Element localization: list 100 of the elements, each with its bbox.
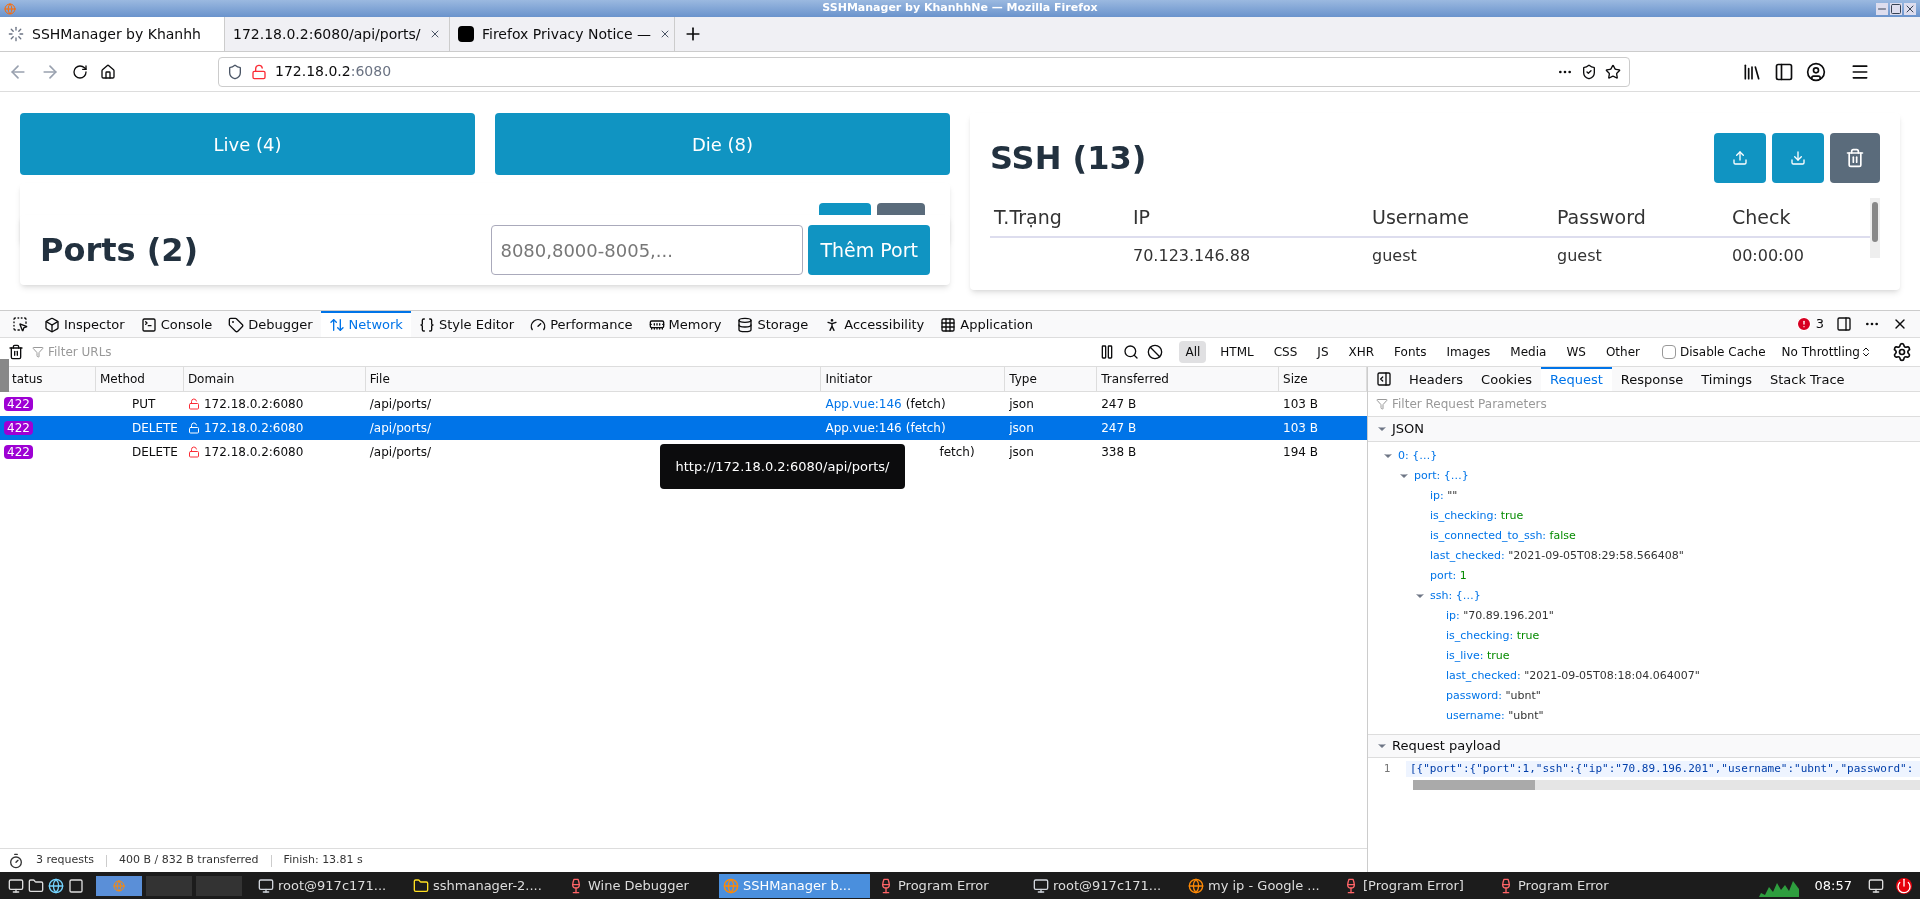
detail-tab[interactable]: Request [1541,367,1612,391]
column-header[interactable]: Size [1283,370,1308,388]
scrollbar[interactable] [1870,198,1880,258]
column-header[interactable]: Type [1009,370,1037,388]
settings-icon[interactable] [1892,342,1912,362]
table-cell-text: 172.18.0.2:6080 [203,420,304,437]
dock-icon[interactable] [1836,316,1852,332]
taskbar-window[interactable]: root@917c171... [1029,873,1180,898]
json-entry: ip: "" [1430,487,1458,504]
table-cell-text: 338 B [1100,444,1138,461]
detail-tab[interactable]: Stack Trace [1760,367,1854,391]
taskbar-window[interactable]: my ip - Google ... [1184,873,1335,898]
taskbar-window[interactable]: root@917c171... [254,873,405,898]
table-cell-text: json [1008,444,1035,461]
type-filter[interactable]: Images [1440,341,1497,363]
workspace-button[interactable] [96,875,142,896]
column-header[interactable]: File [369,370,390,388]
type-filter[interactable]: Media [1504,341,1553,363]
reload-icon[interactable] [72,63,88,80]
type-filter[interactable]: WS [1560,341,1592,363]
transferred-total: 400 B / 832 B transferred [119,852,259,869]
table-cell-text: fetch) [939,444,975,461]
devtools-tab[interactable]: Accessibility [816,311,933,337]
devtools-tab[interactable]: Console [132,311,221,337]
devtools-tab[interactable]: Style Editor [410,311,523,337]
close-icon[interactable] [1904,2,1916,15]
detail-tab[interactable]: Headers [1400,367,1473,391]
scrollbar[interactable] [1413,780,1920,790]
sidebar-handle[interactable] [0,359,9,392]
star-icon[interactable] [1605,63,1621,80]
browser-tab[interactable]: SSHManager by Khanhh [0,17,225,51]
type-filter[interactable]: CSS [1267,341,1304,363]
picker-icon[interactable] [12,316,28,332]
taskbar-window[interactable]: Wine Debugger [564,873,715,898]
windows-icon[interactable] [68,877,84,894]
type-filter[interactable]: Fonts [1388,341,1433,363]
logo-icon [458,26,474,42]
account-icon[interactable] [1806,61,1826,82]
delete-button[interactable] [1830,133,1880,183]
monitor-icon [1033,877,1049,894]
devtools-tab[interactable]: Application [932,311,1041,337]
home-icon[interactable] [100,63,116,80]
search-icon[interactable] [1123,344,1140,360]
taskbar-window[interactable]: [Program Error] [1339,873,1490,898]
json-entry: ip: "70.89.196.201" [1446,607,1554,624]
block-icon[interactable] [1147,344,1164,360]
type-filter[interactable]: HTML [1214,341,1260,363]
ports-input[interactable]: 8080,8000-8005,... [491,225,804,275]
type-filter[interactable]: JS [1311,341,1335,363]
throttling-select[interactable]: No Throttling [1781,343,1872,361]
globe-icon [113,879,125,892]
detail-tab[interactable]: Cookies [1472,367,1541,391]
column-header[interactable]: tatus [12,370,43,388]
folder-icon[interactable] [28,877,44,894]
panel-toggle-icon[interactable] [1376,371,1392,387]
type-filter[interactable]: All [1179,341,1207,363]
type-filter[interactable]: Other [1599,341,1646,363]
request-row[interactable]: 422 DELETE 172.18.0.2:6080 /api/ports/ App.vue:146 (fetch) json 247 B 103 B [0,416,1367,440]
taskbar-window[interactable]: sshmanager-2.... [409,873,560,898]
devtools-tab[interactable]: Network [320,311,411,337]
params-filter-field[interactable]: Filter Request Parameters [1392,395,1912,413]
table-cell-text: 194 B [1282,444,1320,461]
initiator-link[interactable]: App.vue:146 [825,395,902,413]
error-count[interactable]: 3 [1795,314,1824,334]
devtools-tab[interactable]: Inspector [36,311,133,337]
power-icon[interactable] [1896,877,1912,894]
section-header[interactable]: Request payload [1368,734,1920,758]
address-bar[interactable]: 172.18.0.2:6080 [218,56,1630,87]
error-icon [1795,316,1812,332]
request-row[interactable]: 422 PUT 172.18.0.2:6080 /api/ports/ App.vue:146 (fetch) json 247 B 103 B [0,392,1367,416]
column-header[interactable]: Transferred [1101,370,1169,388]
devtools-tab[interactable]: Memory [640,311,730,337]
taskbar-window[interactable]: Program Error [874,873,1025,898]
globe-icon[interactable] [48,877,64,894]
disable-cache-checkbox[interactable]: Disable Cache [1661,343,1766,361]
monitor-icon [1868,877,1884,894]
trash-icon[interactable] [8,344,24,360]
type-filter[interactable]: XHR [1342,341,1381,363]
taskbar-window[interactable]: Program Error [1494,873,1645,898]
devtools-tab[interactable]: Performance [522,311,641,337]
column-header: IP [1132,204,1152,230]
detail-tab[interactable]: Response [1611,367,1693,391]
clock: 08:57 [1813,876,1853,895]
column-header[interactable]: Method [99,370,145,388]
initiator-link[interactable]: App.vue:146 [825,419,902,437]
unlocked-icon [187,446,200,458]
sidebar-icon[interactable] [1774,61,1794,82]
table-cell-text: 247 B [1100,420,1138,437]
column-header[interactable]: Initiator [825,370,873,388]
shield-check-icon[interactable] [1581,63,1597,80]
section-header[interactable]: JSON [1368,417,1920,442]
json-entry: ssh: {…} [1430,587,1481,604]
close-icon[interactable] [429,28,441,40]
devtools-tab[interactable]: Debugger [220,311,321,337]
devtools-tab[interactable]: Storage [729,311,817,337]
column-header[interactable]: Domain [187,370,235,388]
filter-field[interactable]: Filter URLs [48,343,1092,361]
detail-tab[interactable]: Timings [1692,367,1761,391]
launcher-icon[interactable] [8,877,24,894]
maximize-icon[interactable] [1890,2,1902,15]
